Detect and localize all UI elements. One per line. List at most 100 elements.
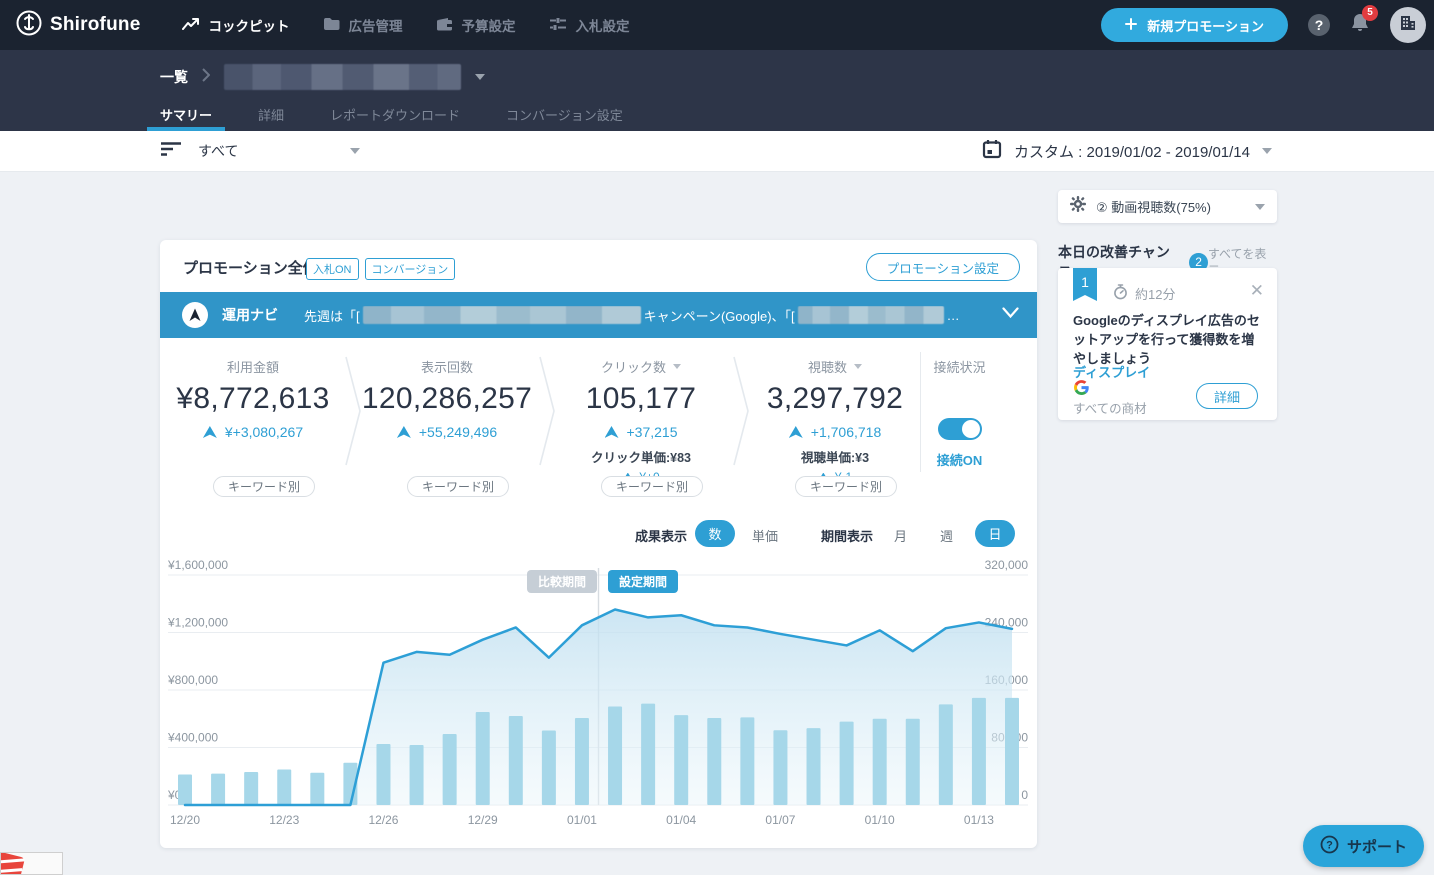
stopwatch-icon <box>1113 284 1128 303</box>
connection-toggle[interactable] <box>938 418 982 440</box>
metric-change: +37,215 <box>546 424 736 440</box>
breadcrumb: 一覧 <box>160 64 485 90</box>
metric-impressions: 表示回数 120,286,257 +55,249,496 <box>352 338 542 440</box>
shirofune-logo[interactable]: Shirofune <box>0 10 140 41</box>
promotion-settings-button[interactable]: プロモーション設定 <box>866 253 1020 281</box>
operation-navi-title: 運用ナビ <box>222 305 278 325</box>
caret-down-icon <box>854 364 862 369</box>
keyword-breakdown-button[interactable]: キーワード別 <box>213 476 315 497</box>
metric-label-dropdown[interactable]: クリック数 <box>546 358 736 374</box>
svg-text:¥400,000: ¥400,000 <box>167 731 218 745</box>
tab-detail[interactable]: 詳細 <box>258 97 284 131</box>
connection-status: 接続状況 接続ON <box>882 338 1037 469</box>
metric-label: 利用金額 <box>158 358 348 374</box>
chance-title: Googleのディスプレイ広告のセットアップを行って獲得数を増やしましょう <box>1073 312 1265 369</box>
close-icon[interactable]: ✕ <box>1250 282 1264 299</box>
date-range-picker[interactable]: カスタム : 2019/01/02 - 2019/01/14 <box>982 139 1272 164</box>
up-arrow-icon <box>397 426 411 438</box>
svg-text:0: 0 <box>1021 788 1028 802</box>
banner-text-suffix: … <box>947 308 960 323</box>
chart-controls: 成果表示 数 単価 期間表示 月 週 日 <box>160 520 1037 548</box>
tab-summary[interactable]: サマリー <box>160 97 212 131</box>
subheader: 一覧 サマリー 詳細 レポートダウンロード コンバージョン設定 <box>0 50 1434 131</box>
nav-label: コックピット <box>208 15 289 35</box>
metric-sub-label: クリック単価:¥83 <box>546 447 736 466</box>
gear-icon <box>1070 196 1086 217</box>
filter-icon <box>160 141 182 162</box>
keyword-breakdown-button[interactable]: キーワード別 <box>407 476 509 497</box>
improvement-chance-card: 1 約12分 ✕ Googleのディスプレイ広告のセットアップを行って獲得数を増… <box>1058 268 1277 420</box>
promotion-title: プロモーション全体 <box>183 257 318 278</box>
nav-item-budget-settings[interactable]: 予算設定 <box>436 15 515 35</box>
metric-value: ¥8,772,613 <box>158 382 348 416</box>
metric-label: 表示回数 <box>352 358 542 374</box>
support-label: サポート <box>1347 836 1407 857</box>
account-avatar[interactable] <box>1390 7 1426 43</box>
metric-spend: 利用金額 ¥8,772,613 ¥+3,080,267 <box>158 338 348 440</box>
scope-label: すべての商材 <box>1073 398 1147 417</box>
period-month-option[interactable]: 月 <box>894 526 907 545</box>
nav-item-cockpit[interactable]: コックピット <box>182 15 289 35</box>
notifications-button[interactable]: 5 <box>1350 12 1370 39</box>
chevron-down-icon[interactable] <box>1002 306 1019 324</box>
folder-icon <box>323 17 340 34</box>
nav-item-ad-management[interactable]: 広告管理 <box>323 15 402 35</box>
connection-on-label: 接続ON <box>882 450 1037 469</box>
tab-report-download[interactable]: レポートダウンロード <box>330 97 460 131</box>
main-nav: コックピット 広告管理 予算設定 入札設定 <box>182 15 629 35</box>
nav-label: 予算設定 <box>461 15 515 35</box>
banner-text-middle: キャンペーン(Google)、「[ <box>644 306 795 325</box>
building-icon <box>1399 14 1417 37</box>
redacted-promotion-name[interactable] <box>224 64 461 90</box>
svg-text:01/13: 01/13 <box>964 813 994 827</box>
metric-value: 120,286,257 <box>352 382 542 416</box>
nav-label: 広告管理 <box>348 15 402 35</box>
keyword-breakdown-button[interactable]: キーワード別 <box>795 476 897 497</box>
up-arrow-icon <box>605 426 619 438</box>
banner-text-prefix: 先週は「[ <box>304 306 360 325</box>
result-count-pill[interactable]: 数 <box>695 520 735 547</box>
svg-text:¥1,600,000: ¥1,600,000 <box>167 558 228 572</box>
conversion-badge: コンバージョン <box>365 258 456 280</box>
new-promotion-button[interactable]: 新規プロモーション <box>1101 8 1288 42</box>
trending-up-icon <box>182 17 200 34</box>
period-week-option[interactable]: 週 <box>940 526 953 545</box>
operation-navi-text: 先週は「[ キャンペーン(Google)、「[ … <box>304 306 960 325</box>
up-arrow-icon <box>203 426 217 438</box>
svg-text:?: ? <box>1326 839 1333 851</box>
breadcrumb-root-link[interactable]: 一覧 <box>160 67 188 87</box>
filter-selector[interactable]: すべて <box>160 141 360 162</box>
caret-down-icon <box>350 148 360 154</box>
metric-value: 105,177 <box>546 382 736 416</box>
promotion-summary-card: プロモーション全体 入札ON コンバージョン プロモーション設定 運用ナビ 先週… <box>160 240 1037 848</box>
operation-navi-banner[interactable]: 運用ナビ 先週は「[ キャンペーン(Google)、「[ … <box>160 292 1037 338</box>
caret-down-icon <box>1255 204 1265 210</box>
chart-metric-selector[interactable]: ② 動画視聴数(75%) <box>1058 190 1277 223</box>
wallet-icon <box>436 17 453 34</box>
metric-separator-chevron <box>538 355 556 472</box>
comparison-period-badge: 比較期間 <box>527 570 597 593</box>
bell-icon <box>1350 21 1370 38</box>
support-button[interactable]: ? サポート <box>1303 825 1424 867</box>
nav-label: 入札設定 <box>575 15 629 35</box>
redacted-campaign-name <box>798 306 944 324</box>
svg-text:12/23: 12/23 <box>269 813 299 827</box>
caret-down-icon <box>1262 148 1272 154</box>
new-promotion-label: 新規プロモーション <box>1147 16 1264 35</box>
page: Shirofune コックピット 広告管理 予算設定 入札設定 <box>0 0 1434 875</box>
connection-label: 接続状況 <box>882 358 1037 374</box>
period-day-pill[interactable]: 日 <box>975 520 1015 547</box>
plus-icon <box>1125 18 1137 33</box>
bid-on-badge: 入札ON <box>306 258 359 280</box>
keyword-breakdown-button[interactable]: キーワード別 <box>601 476 703 497</box>
detail-button[interactable]: 詳細 <box>1196 383 1258 409</box>
result-unit-price-option[interactable]: 単価 <box>752 526 778 545</box>
nav-item-bid-settings[interactable]: 入札設定 <box>549 15 629 35</box>
rank-ribbon: 1 <box>1073 268 1097 301</box>
estimated-time: 約12分 <box>1113 284 1175 303</box>
tab-conversion-settings[interactable]: コンバージョン設定 <box>506 97 623 131</box>
help-icon[interactable]: ? <box>1308 14 1330 36</box>
caret-down-icon[interactable] <box>475 74 485 80</box>
set-period-badge: 設定期間 <box>608 570 678 593</box>
promotion-badges: 入札ON コンバージョン <box>306 258 455 280</box>
